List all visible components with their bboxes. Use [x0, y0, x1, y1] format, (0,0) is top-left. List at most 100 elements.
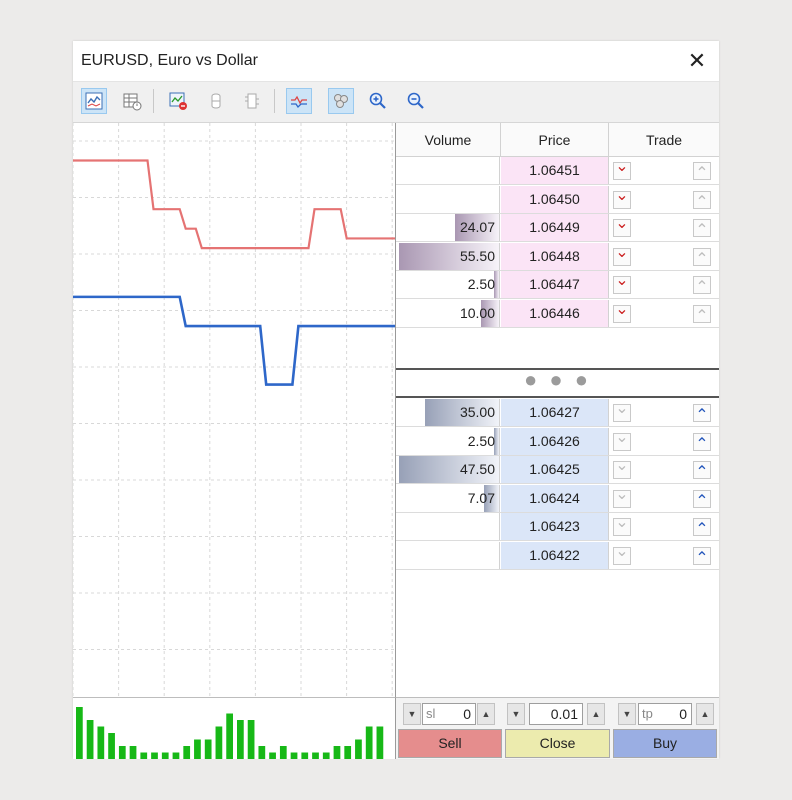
ask-price-cell[interactable]: 1.06449 [501, 214, 609, 241]
bid-row: 47.50 1.06425 ⌄ ⌃ [396, 456, 719, 484]
toolbar [73, 82, 719, 123]
bid-price-cell[interactable]: 1.06422 [501, 541, 609, 569]
tp-decrease-button[interactable]: ▼ [618, 703, 636, 725]
sell-limit-button[interactable]: ⌄ [613, 187, 631, 209]
buy-limit-button[interactable]: ⌃ [693, 247, 711, 268]
buy-limit-button[interactable]: ⌃ [693, 219, 711, 239]
tick-volume-bar [97, 726, 105, 759]
buy-limit-button[interactable]: ⌃ [693, 432, 711, 453]
tick-volume-bar [355, 739, 362, 759]
tick-volume-bar [312, 752, 319, 759]
tick-volume-bar [226, 713, 233, 759]
tick-volume-bar [76, 707, 83, 759]
tick-volume-bar [108, 733, 115, 759]
sell-limit-button[interactable]: ⌄ [613, 486, 631, 508]
tp-increase-button[interactable]: ▲ [696, 703, 714, 725]
sl-decrease-button[interactable]: ▼ [403, 703, 421, 725]
ask-price-cell[interactable]: 1.06448 [501, 242, 609, 270]
ask-volume-cell: 10.00 [396, 299, 500, 327]
ask-volume-value: 55.50 [459, 247, 495, 264]
sell-limit-button[interactable]: ⌄ [613, 216, 631, 237]
tick-volume-bar [269, 752, 276, 759]
zoom-in-icon[interactable] [365, 88, 391, 114]
sl-value: 0 [463, 706, 471, 722]
sell-button[interactable]: Sell [398, 729, 502, 758]
tp-field[interactable]: tp 0 [638, 703, 692, 725]
buy-limit-button[interactable]: ⌃ [693, 276, 711, 296]
close-icon[interactable]: ✕ [683, 47, 711, 75]
sl-spinner: ▼ sl 0 ▲ [403, 703, 497, 725]
bid-price-cell[interactable]: 1.06423 [501, 513, 609, 540]
sell-limit-button[interactable]: ⌄ [613, 458, 631, 479]
ask-volume-cell [396, 185, 500, 213]
buy-limit-button[interactable]: ⌃ [693, 404, 711, 424]
tick-volume-bar [258, 746, 266, 759]
sell-limit-button[interactable]: ⌄ [613, 301, 631, 323]
sell-limit-button[interactable]: ⌄ [613, 159, 631, 180]
tick-volume-bar [301, 752, 309, 759]
bid-volume-cell: 7.07 [396, 484, 500, 512]
tick-volume-bar [290, 752, 298, 759]
bid-volume-cell: 47.50 [396, 456, 500, 483]
bid-price-cell[interactable]: 1.06427 [501, 399, 609, 426]
buy-limit-button[interactable]: ⌃ [693, 190, 711, 211]
tick-volume-bar [129, 746, 137, 759]
bid-row: 7.07 1.06424 ⌄ ⌃ [396, 484, 719, 513]
ask-volume-value: 2.50 [467, 276, 495, 292]
volume-increase-button[interactable]: ▲ [587, 703, 605, 725]
order-book: Volume Price Trade 1.06451 ⌄ ⌃ 1.06450 ⌄ ⌃ 24.… [396, 123, 719, 697]
trade-controls: ▼ sl 0 ▲ ▼ 0.01 ▲ ▼ tp 0 ▲ Sell Close Bu [396, 697, 719, 759]
sell-limit-button[interactable]: ⌄ [613, 401, 631, 422]
ask-price-cell[interactable]: 1.06451 [501, 157, 609, 184]
depth-icon[interactable] [239, 88, 265, 114]
ask-volume-cell: 2.50 [396, 271, 500, 298]
buy-limit-button[interactable]: ⌃ [693, 546, 711, 567]
volume-header: Volume [396, 123, 501, 157]
volume-decrease-button[interactable]: ▼ [507, 703, 525, 725]
bid-price-cell[interactable]: 1.06426 [501, 427, 609, 455]
zoom-out-icon[interactable] [403, 88, 429, 114]
sell-limit-button[interactable]: ⌄ [613, 273, 631, 294]
buy-limit-button[interactable]: ⌃ [693, 461, 711, 481]
close-position-button[interactable]: Close [505, 729, 610, 758]
chart-grid [72, 123, 395, 697]
tick-volume-bar [194, 739, 201, 759]
bid-volume-value: 35.00 [459, 404, 495, 420]
tick-chart-icon[interactable] [81, 88, 107, 114]
tick-volume-bar [140, 752, 148, 759]
volume-field[interactable]: 0.01 [529, 703, 583, 725]
chart-line-icon[interactable] [286, 88, 312, 114]
sell-limit-button[interactable]: ⌄ [613, 429, 631, 451]
bid-price-cell[interactable]: 1.06424 [501, 484, 609, 512]
buy-limit-button[interactable]: ⌃ [693, 304, 711, 325]
tick-chart-svg [72, 123, 395, 697]
tick-chart [72, 123, 396, 697]
ask-price-cell[interactable]: 1.06447 [501, 271, 609, 298]
bid-volume-cell [396, 513, 500, 540]
ask-price-cell[interactable]: 1.06446 [501, 299, 609, 327]
sell-limit-button[interactable]: ⌄ [613, 244, 631, 266]
depth-of-market-window: EURUSD, Euro vs Dollar ✕ Volume Price Tr… [72, 41, 719, 759]
table-icon[interactable] [119, 88, 145, 114]
tick-volume-bar [183, 746, 191, 759]
sell-limit-button[interactable]: ⌄ [613, 543, 631, 565]
buy-limit-button[interactable]: ⌃ [693, 489, 711, 510]
tick-volume-svg [76, 707, 384, 759]
bid-price-cell[interactable]: 1.06425 [501, 456, 609, 483]
sl-increase-button[interactable]: ▲ [477, 703, 495, 725]
sl-field[interactable]: sl 0 [422, 703, 476, 725]
sell-limit-button[interactable]: ⌄ [613, 515, 631, 536]
circles-icon[interactable] [328, 88, 354, 114]
tick-volume-bar [322, 752, 330, 759]
ask-price-cell[interactable]: 1.06450 [501, 185, 609, 213]
tick-volume-chart [73, 697, 396, 759]
cylinder-icon[interactable] [203, 88, 229, 114]
buy-button[interactable]: Buy [613, 729, 717, 758]
buy-limit-button[interactable]: ⌃ [693, 162, 711, 182]
ask-volume-value: 10.00 [459, 304, 495, 321]
chart-sell-icon[interactable] [165, 88, 191, 114]
ask-volume-value: 24.07 [459, 219, 495, 235]
tick-volume-bar [333, 746, 341, 759]
bid-volume-value: 47.50 [459, 461, 495, 477]
buy-limit-button[interactable]: ⌃ [693, 518, 711, 538]
